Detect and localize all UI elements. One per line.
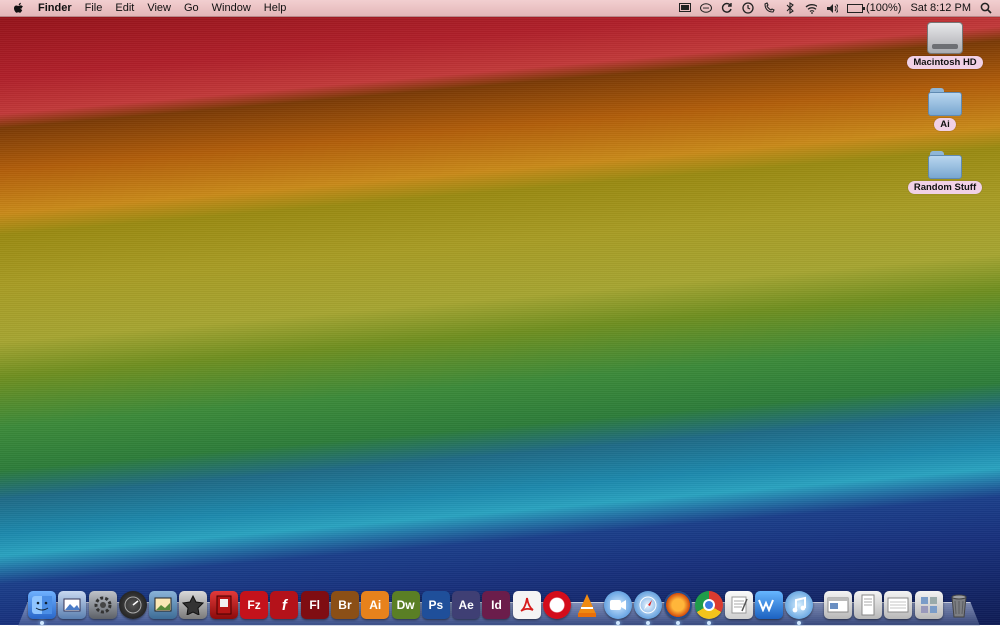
hard-drive-icon [927,22,963,54]
menu-view[interactable]: View [147,2,171,14]
dock-illustrator-icon[interactable]: Ai [361,591,390,619]
dock-imovie-star-icon[interactable] [179,591,208,619]
desktop-icon-macintosh-hd[interactable]: Macintosh HD [905,22,985,69]
dock-photo-booth-icon[interactable] [209,591,238,619]
dock-dreamweaver-icon[interactable]: Dw [391,591,420,619]
dreamweaver-text-icon: Dw [396,598,415,612]
dock-separator [816,591,824,619]
folder-icon [928,88,962,116]
dock-minimized-window-2-icon[interactable] [854,591,883,619]
dock-after-effects-icon[interactable]: Ae [452,591,481,619]
dock-firefox-icon[interactable] [664,591,693,625]
dock-opera-icon[interactable]: O [543,591,572,619]
opera-text-icon: O [557,605,558,606]
dock-vlc-icon[interactable] [573,591,601,619]
desktop-icon-label: Macintosh HD [907,56,983,69]
apple-logo-icon[interactable] [12,1,26,15]
dock-preview-icon[interactable] [58,591,87,619]
dock-itunes-icon[interactable] [785,591,814,625]
dock-flash-player-icon[interactable]: f [270,591,299,619]
dock-safari-icon[interactable] [633,591,662,625]
bridge-text-icon: Br [338,598,352,612]
dock-filezilla-icon[interactable]: Fz [240,591,269,619]
dock-system-preferences-icon[interactable] [88,591,117,619]
dock-indesign-icon[interactable]: Id [482,591,511,619]
dock: Fz f Fl Br Ai Dw Ps Ae Id O [28,585,974,625]
menu-go[interactable]: Go [184,2,199,14]
dock-photoshop-icon[interactable]: Ps [421,591,450,619]
filezilla-text-icon: Fz [247,598,261,612]
flash-text-icon: Fl [309,598,320,612]
dock-iphoto-icon[interactable] [149,591,178,619]
dock-wiki-icon[interactable] [755,591,784,619]
menu-window[interactable]: Window [212,2,251,14]
chat-status-icon[interactable] [699,2,712,14]
spotlight-search-icon[interactable] [980,2,992,14]
indesign-text-icon: Id [491,598,502,612]
menu-finder[interactable]: Finder [38,2,72,14]
time-machine-icon[interactable] [742,2,754,14]
dock-ichat-icon[interactable] [603,591,632,625]
display-menu-icon[interactable] [678,2,691,14]
illustrator-text-icon: Ai [369,598,382,612]
desktop-icon-ai-folder[interactable]: Ai [905,88,985,131]
menu-edit[interactable]: Edit [115,2,134,14]
desktop-icon-label: Random Stuff [907,181,983,194]
after-effects-text-icon: Ae [458,598,474,612]
wifi-icon[interactable] [805,2,817,14]
dock-chrome-icon[interactable] [694,591,723,625]
menu-help[interactable]: Help [264,2,287,14]
battery-percent: (100%) [865,2,902,14]
dock-minimized-window-1-icon[interactable] [823,591,852,619]
desktop-icon-random-stuff-folder[interactable]: Random Stuff [905,151,985,194]
menu-bar: Finder File Edit View Go Window Help (10… [0,0,1000,17]
battery-icon [846,3,865,13]
desktop-wallpaper [0,0,1000,625]
desktop-icon-label: Ai [934,118,956,131]
dock-bridge-icon[interactable]: Br [330,591,359,619]
dock-acrobat-icon[interactable] [512,591,541,619]
menu-file[interactable]: File [85,2,103,14]
sync-icon[interactable] [721,2,733,14]
dock-textedit-icon[interactable] [724,591,753,619]
dock-trash-icon[interactable] [945,591,973,619]
phone-icon[interactable] [763,2,775,14]
dock-applications-stack-icon[interactable] [914,591,943,619]
battery-status[interactable]: (100%) [846,2,902,14]
photoshop-text-icon: Ps [428,598,444,612]
menu-clock[interactable]: Sat 8:12 PM [910,2,971,14]
folder-icon [928,151,962,179]
dock-minimized-window-3-icon[interactable] [884,591,913,619]
dock-flash-icon[interactable]: Fl [300,591,329,619]
dock-dashboard-icon[interactable] [118,591,147,619]
volume-icon[interactable] [826,2,838,14]
flash-player-text-icon: f [281,596,287,614]
bluetooth-icon[interactable] [784,2,796,14]
dock-finder-icon[interactable] [28,591,56,625]
menu-extras: (100%) Sat 8:12 PM [678,0,992,16]
